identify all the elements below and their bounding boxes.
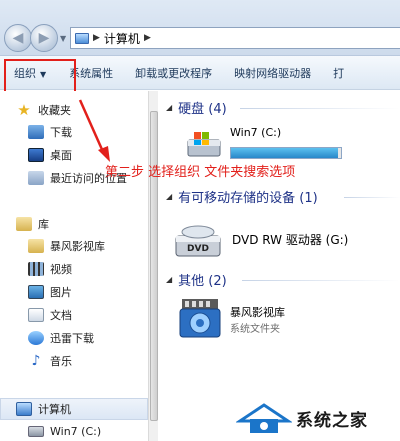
dvd-drive-name[interactable]: DVD RW 驱动器 (G:): [232, 231, 348, 248]
watermark-text: 系统之家: [296, 410, 368, 431]
nav-favorites[interactable]: ★ 收藏夹: [16, 101, 71, 119]
computer-icon: [75, 32, 89, 44]
svg-text:DVD: DVD: [187, 244, 209, 254]
address-bar: ◀ ▶ ▼ ▶ 计算机 ▶: [0, 0, 400, 56]
nav-item-label: Win7 (C:): [50, 424, 102, 438]
open-control-panel-button[interactable]: 打: [322, 65, 355, 81]
hard-drive-icon: [187, 132, 221, 157]
breadcrumb-separator-icon[interactable]: ▶: [93, 33, 100, 43]
address-path-box[interactable]: ▶ 计算机 ▶: [70, 27, 400, 49]
nav-item-baofeng-library[interactable]: 暴风影视库: [28, 237, 105, 255]
recent-pages-dropdown-icon[interactable]: ▼: [60, 34, 66, 43]
nav-item-thunder-downloads[interactable]: 迅雷下载: [28, 329, 94, 347]
other-header-label: 其他 (2): [178, 274, 227, 289]
music-note-icon: ♪: [31, 353, 41, 369]
section-divider: [344, 197, 400, 198]
nav-item-label: 音乐: [50, 355, 72, 368]
collapse-triangle-icon[interactable]: ◢: [166, 275, 172, 284]
nav-item-label: 文档: [50, 309, 72, 322]
watermark: 系统之家: [236, 401, 368, 435]
nav-item-label: 迅雷下载: [50, 332, 94, 345]
hard-disks-header-label: 硬盘 (4): [178, 102, 227, 117]
nav-item-videos[interactable]: 视频: [28, 260, 72, 278]
breadcrumb-separator-icon[interactable]: ▶: [144, 33, 151, 43]
nav-item-downloads[interactable]: 下载: [28, 123, 72, 141]
nav-computer[interactable]: 计算机: [16, 400, 71, 418]
nav-item-documents[interactable]: 文档: [28, 306, 72, 324]
nav-libraries-label: 库: [38, 218, 49, 231]
annotation-text: 第二步 选择组织 文件夹搜索选项: [105, 165, 296, 180]
nav-favorites-label: 收藏夹: [38, 104, 71, 117]
drive-icon: [28, 425, 44, 437]
recent-places-icon: [28, 171, 44, 185]
navigation-pane: ★ 收藏夹 下载 桌面 最近访问的位置 库 暴风影视库 视频 图片 文档 迅雷下…: [0, 91, 148, 441]
nav-item-label: 暴风影视库: [50, 240, 105, 253]
dvd-drive-icon: DVD: [175, 225, 221, 257]
drive-c-usage-fill: [231, 148, 338, 158]
star-icon: ★: [17, 101, 31, 119]
nav-item-pictures[interactable]: 图片: [28, 283, 72, 301]
map-network-drive-button[interactable]: 映射网络驱动器: [223, 65, 322, 81]
back-button[interactable]: ◀: [4, 24, 32, 52]
nav-item-label: 图片: [50, 286, 72, 299]
hard-disks-header[interactable]: ◢ 硬盘 (4): [166, 98, 227, 117]
collapse-triangle-icon[interactable]: ◢: [166, 103, 172, 112]
nav-item-label: 视频: [50, 263, 72, 276]
annotation-arrow-icon: [78, 99, 110, 162]
nav-item-desktop[interactable]: 桌面: [28, 146, 72, 164]
desktop-icon: [28, 148, 44, 162]
section-divider: [240, 108, 400, 109]
forward-arrow-icon: ▶: [38, 30, 50, 46]
nav-item-label: 桌面: [50, 149, 72, 162]
video-icon: [28, 262, 44, 276]
nav-computer-label: 计算机: [38, 403, 71, 416]
uninstall-program-button[interactable]: 卸载或更改程序: [124, 65, 223, 81]
collapse-triangle-icon[interactable]: ◢: [166, 192, 172, 201]
baofeng-library-type: 系统文件夹: [230, 324, 280, 335]
nav-item-music[interactable]: ♪ 音乐: [28, 352, 72, 370]
computer-icon: [16, 402, 32, 416]
documents-icon: [28, 308, 44, 322]
downloads-folder-icon: [28, 125, 44, 139]
breadcrumb-computer[interactable]: 计算机: [104, 30, 140, 47]
library-icon: [16, 217, 32, 231]
pictures-icon: [28, 285, 44, 299]
nav-item-drive-c[interactable]: Win7 (C:): [28, 422, 101, 440]
removable-storage-header[interactable]: ◢ 有可移动存储的设备 (1): [166, 187, 318, 206]
baofeng-library-name[interactable]: 暴风影视库: [230, 304, 285, 320]
nav-libraries[interactable]: 库: [16, 215, 49, 233]
removable-storage-header-label: 有可移动存储的设备 (1): [178, 191, 318, 206]
forward-button[interactable]: ▶: [30, 24, 58, 52]
drive-c-usage-bar: [230, 147, 342, 159]
baofeng-library-icon: [28, 239, 44, 253]
watermark-house-logo-icon: [236, 403, 292, 433]
section-divider: [242, 280, 400, 281]
nav-item-label: 下载: [50, 126, 72, 139]
nav-scrollbar-thumb[interactable]: [150, 111, 158, 421]
drive-c-name[interactable]: Win7 (C:): [230, 126, 281, 139]
other-header[interactable]: ◢ 其他 (2): [166, 270, 227, 289]
nav-scrollbar[interactable]: [148, 91, 158, 441]
baofeng-library-icon: [179, 299, 221, 338]
thunder-download-icon: [28, 331, 44, 345]
back-arrow-icon: ◀: [12, 30, 24, 46]
